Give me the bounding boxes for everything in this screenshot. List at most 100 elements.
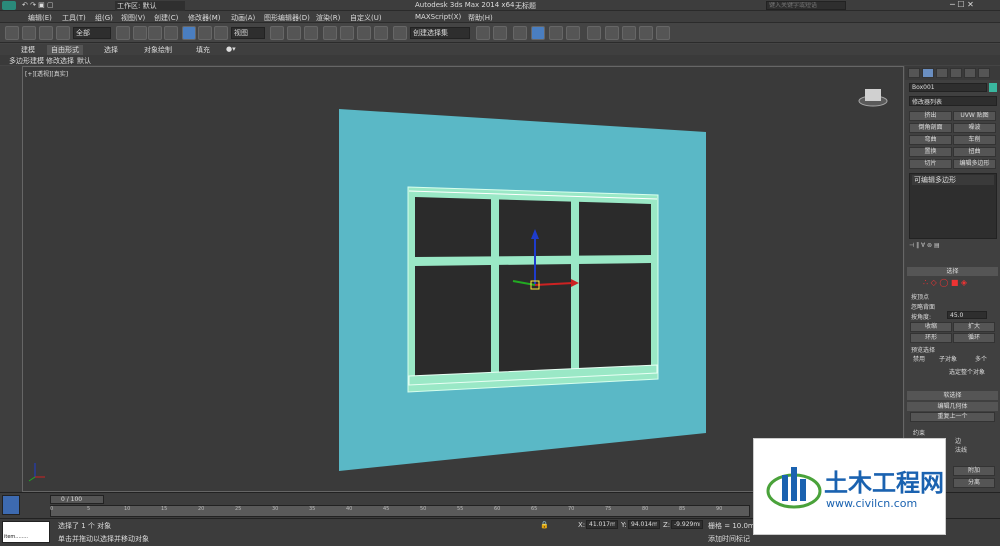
constraint-edge-radio[interactable]: 边 [955,436,961,445]
rect-select-icon[interactable] [148,26,162,40]
rollout-soft-selection[interactable]: 软选择 [907,391,998,400]
modifier-noise[interactable]: 噪波 [953,123,996,133]
ring-button[interactable]: 环形 [910,333,952,343]
detach-button[interactable]: 分离 [953,478,995,488]
select-manipulate-icon[interactable] [287,26,301,40]
select-by-name-icon[interactable] [133,26,147,40]
sub-poly-modeling[interactable]: 多边形建模 [9,56,44,66]
lock-icon[interactable]: 🔒 [540,521,549,529]
loop-button[interactable]: 循环 [953,333,995,343]
menu-modifiers[interactable]: 修改器(M) [188,13,221,23]
render-setup-icon[interactable] [605,26,619,40]
menu-edit[interactable]: 编辑(E) [28,13,52,23]
render-production-icon[interactable] [639,26,653,40]
menu-rendering[interactable]: 渲染(R) [316,13,340,23]
spinner-snap-icon[interactable] [374,26,388,40]
modifier-displace[interactable]: 置换 [909,147,952,157]
edit-named-sets-icon[interactable] [393,26,407,40]
sub-modify-selection[interactable]: 修改选择 [46,56,74,66]
menu-view[interactable]: 视图(V) [121,13,145,23]
keyboard-shortcut-icon[interactable] [304,26,318,40]
menu-graph-editors[interactable]: 图形编辑器(D) [264,13,310,23]
mirror-icon[interactable] [476,26,490,40]
add-time-tag[interactable]: 添加时间标记 [708,534,750,544]
tab-modeling[interactable]: 建模 [17,45,39,55]
rollout-selection[interactable]: 选择 [907,267,998,276]
constraint-normal-radio[interactable]: 法线 [955,445,967,454]
workspace-select[interactable]: 工作区: 默认 [115,1,185,11]
window-crossing-icon[interactable] [164,26,178,40]
object-color-swatch[interactable] [989,83,997,92]
motion-tab-icon[interactable] [950,68,962,78]
search-input[interactable] [766,1,846,10]
modifier-stack[interactable]: 可编辑多边形 [909,173,997,239]
schematic-view-icon[interactable] [566,26,580,40]
select-rotate-icon[interactable] [198,26,212,40]
time-slider-toggle-icon[interactable] [2,495,20,515]
by-vertex-check[interactable]: 按顶点 [911,292,929,301]
reference-coord-select[interactable]: 视图 [231,27,265,39]
graphite-toggle-icon[interactable] [531,26,545,40]
display-tab-icon[interactable] [964,68,976,78]
grow-button[interactable]: 扩大 [953,322,995,332]
z-coord-field[interactable] [671,520,703,529]
modifier-bend[interactable]: 弯曲 [909,135,952,145]
select-scale-icon[interactable] [214,26,228,40]
layer-manager-icon[interactable] [513,26,527,40]
curve-editor-icon[interactable] [549,26,563,40]
angle-field[interactable] [947,311,987,319]
y-coord-field[interactable] [628,520,660,529]
pivot-center-icon[interactable] [270,26,284,40]
modify-tab-icon[interactable] [922,68,934,78]
time-slider[interactable]: 0 / 100 [50,495,104,504]
shrink-button[interactable]: 收缩 [910,322,952,332]
unlink-icon[interactable] [39,26,53,40]
modifier-lathe[interactable]: 车削 [953,135,996,145]
modifier-uvw-map[interactable]: UVW 贴图 [953,111,996,121]
selection-filter-select[interactable]: 全部 [73,27,111,39]
rendered-frame-icon[interactable] [622,26,636,40]
modifier-slice[interactable]: 切片 [909,159,952,169]
app-logo-icon[interactable] [2,1,16,10]
repeat-last-button[interactable]: 重复上一个 [910,412,995,422]
snap-toggle-icon[interactable] [323,26,337,40]
modifier-extrude[interactable]: 挤出 [909,111,952,121]
modifier-bevel-profile[interactable]: 倒角剖面 [909,123,952,133]
menu-tools[interactable]: 工具(T) [62,13,86,23]
bind-spacewarp-icon[interactable] [56,26,70,40]
select-move-icon[interactable] [182,26,196,40]
preview-disabled-radio[interactable]: 禁用 [913,354,925,363]
menu-group[interactable]: 组(G) [95,13,113,23]
hierarchy-tab-icon[interactable] [936,68,948,78]
by-angle-check[interactable]: 按角度: [911,312,931,321]
quick-access-undo-icon[interactable]: ↶ ↷ ▣ ▢ [22,1,54,9]
modifier-list-select[interactable]: 修改器列表 [909,96,997,106]
tab-selection[interactable]: 选择 [100,45,122,55]
menu-maxscript[interactable]: MAXScript(X) [415,13,461,21]
preview-subobject-radio[interactable]: 子对象 [939,354,957,363]
named-selection-set[interactable]: 创建选择集 [410,27,470,39]
modifier-twist[interactable]: 扭曲 [953,147,996,157]
a360-render-icon[interactable] [656,26,670,40]
select-object-icon[interactable] [116,26,130,40]
align-icon[interactable] [493,26,507,40]
menu-create[interactable]: 创建(C) [154,13,178,23]
maxscript-listener[interactable]: item........ [2,521,50,543]
x-coord-field[interactable] [586,520,618,529]
menu-help[interactable]: 帮助(H) [468,13,493,23]
tab-freeform[interactable]: 自由形式 [47,45,83,55]
menu-customize[interactable]: 自定义(U) [350,13,382,23]
stack-controls[interactable]: ⊣ ‖ ∀ ⊚ ▤ [909,242,997,250]
window-controls[interactable]: ─ ☐ ✕ [950,0,974,9]
menu-animation[interactable]: 动画(A) [231,13,255,23]
tab-object-paint[interactable]: 对象绘制 [140,45,176,55]
create-tab-icon[interactable] [908,68,920,78]
preview-multi-radio[interactable]: 多个 [975,354,987,363]
link-icon[interactable] [22,26,36,40]
modifier-edit-poly[interactable]: 编辑多边形 [953,159,996,169]
angle-snap-icon[interactable] [340,26,354,40]
stack-item-editable-poly[interactable]: 可编辑多边形 [912,175,994,185]
material-editor-icon[interactable] [587,26,601,40]
undo-icon[interactable] [5,26,19,40]
ribbon-options-icon[interactable]: ●▾ [222,45,240,53]
